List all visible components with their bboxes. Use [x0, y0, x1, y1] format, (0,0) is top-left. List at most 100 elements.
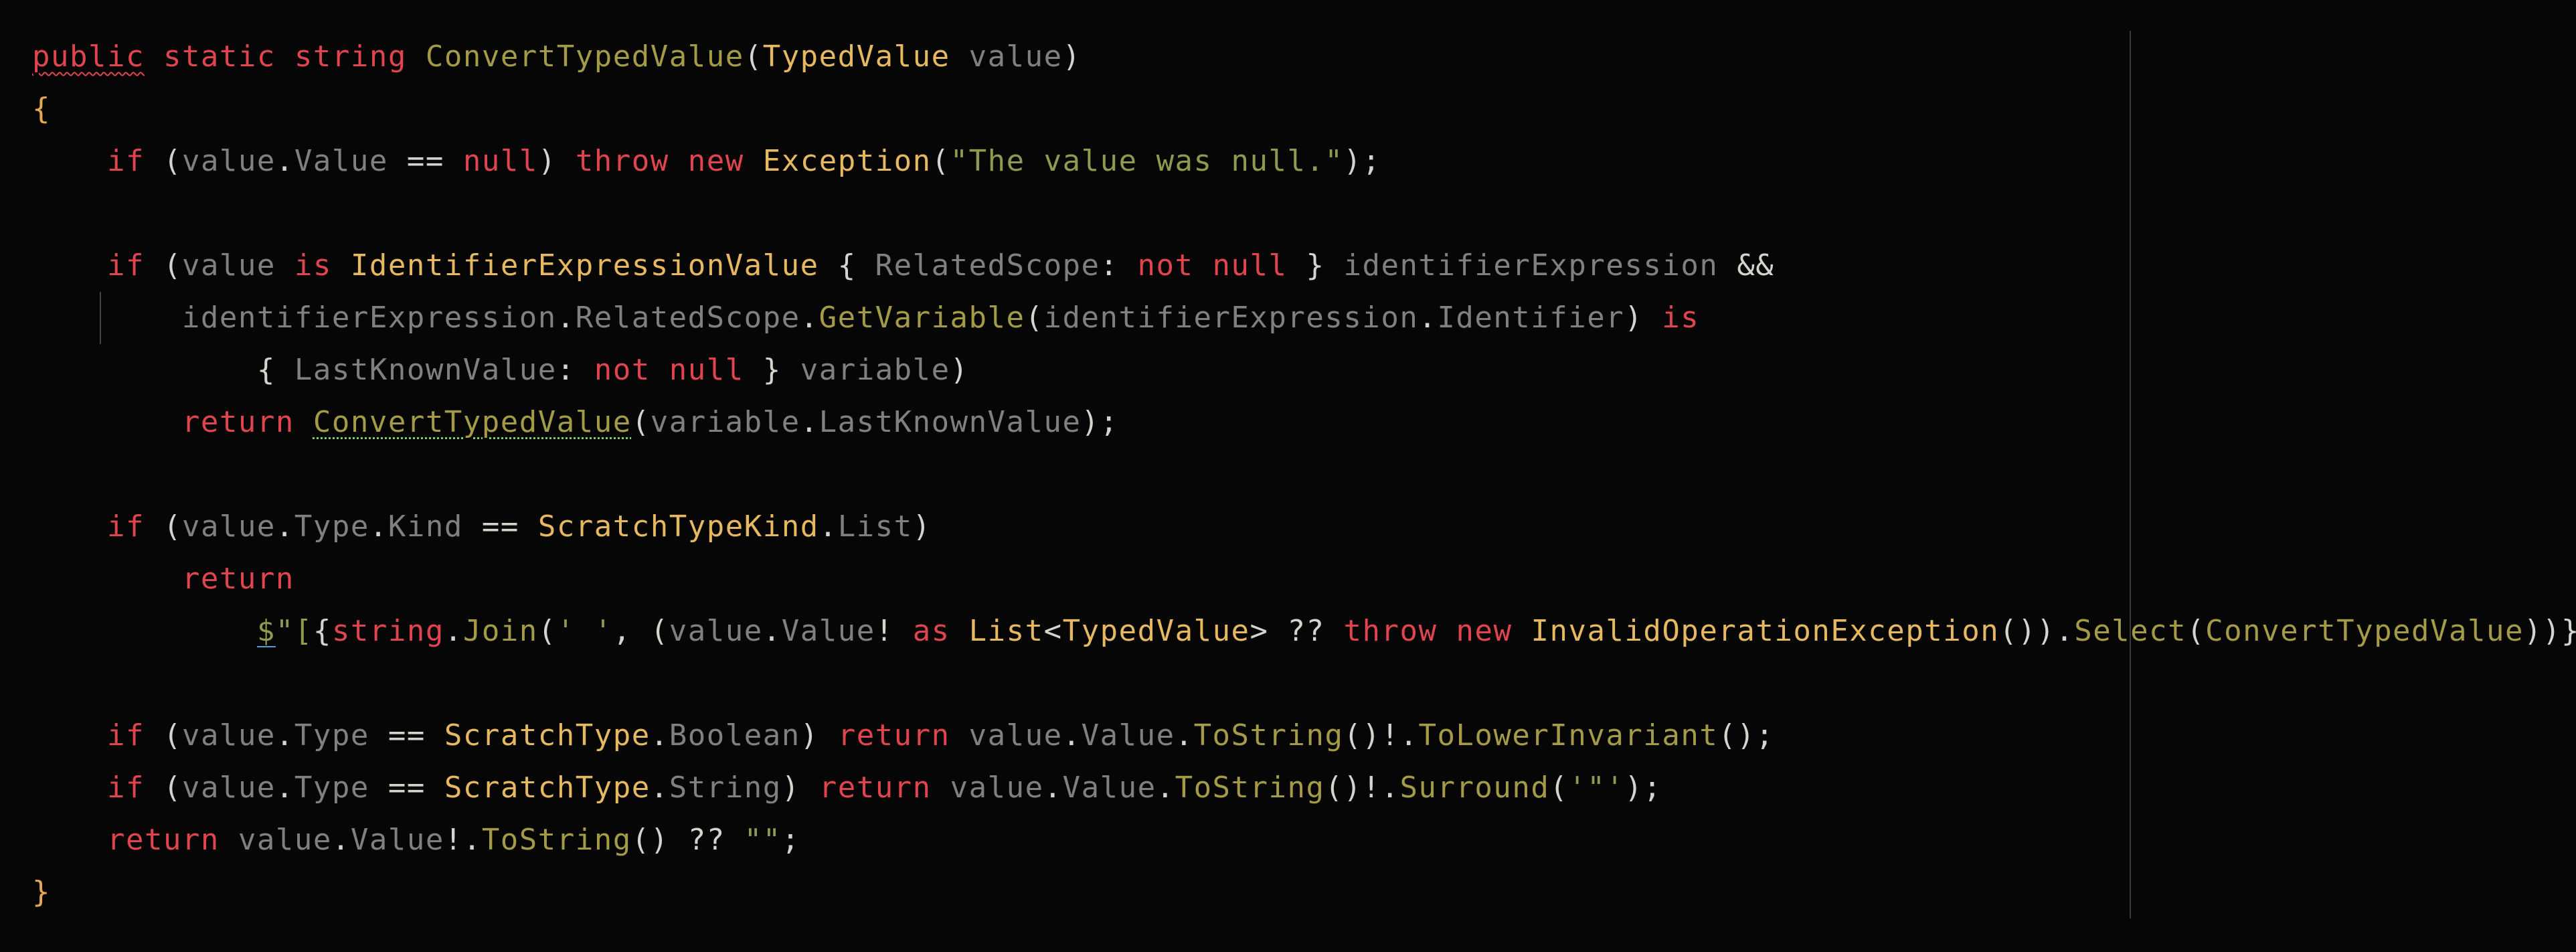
code-token: '"': [1568, 771, 1625, 805]
code-token: .: [275, 718, 294, 752]
code-line[interactable]: if (value.Type == ScratchType.String) re…: [32, 762, 2576, 814]
code-token: new: [687, 144, 744, 178]
code-token: not: [594, 353, 651, 387]
code-token: return: [181, 562, 294, 596]
code-token: IdentifierExpressionValue: [350, 248, 819, 283]
code-token: public: [32, 39, 145, 74]
code-token: if: [106, 509, 145, 544]
code-token: return: [106, 823, 220, 857]
code-token: ToString: [1175, 771, 1325, 805]
code-token: :: [1100, 248, 1119, 283]
code-token: ConvertTypedValue: [2205, 614, 2524, 648]
code-token: identifierExpression: [1343, 248, 1719, 283]
code-token: .: [800, 405, 819, 439]
code-token: .: [556, 301, 576, 335]
code-token: variable: [650, 405, 800, 439]
code-line[interactable]: if (value.Type.Kind == ScratchTypeKind.L…: [32, 501, 2576, 553]
code-line[interactable]: [32, 449, 2576, 501]
code-line[interactable]: public static string ConvertTypedValue(T…: [32, 31, 2576, 83]
code-token: LastKnownValue: [819, 405, 1082, 439]
code-token: "": [744, 823, 782, 857]
code-token: RelatedScope: [575, 301, 800, 335]
code-line[interactable]: { LastKnownValue: not null } variable): [32, 344, 2576, 396]
code-line[interactable]: return ConvertTypedValue(variable.LastKn…: [32, 396, 2576, 449]
code-token: ): [800, 718, 819, 752]
code-token: ConvertTypedValue: [425, 39, 744, 74]
code-line[interactable]: $"[{string.Join(' ', (value.Value! as Li…: [32, 605, 2576, 657]
code-token: (): [631, 823, 669, 857]
code-token: as: [912, 614, 950, 648]
code-token: null: [462, 144, 538, 178]
code-token: new: [1456, 614, 1513, 648]
code-token: "The value was null.": [950, 144, 1344, 178]
code-token: ): [537, 144, 557, 178]
code-line[interactable]: return: [32, 553, 2576, 605]
code-token: return: [181, 405, 294, 439]
code-token: ;: [781, 823, 800, 857]
code-token: {: [313, 614, 332, 648]
code-token: Boolean: [669, 718, 800, 752]
code-token: identifierExpression: [1043, 301, 1419, 335]
code-token: ??: [1287, 614, 1325, 648]
code-token: ScratchType: [444, 771, 651, 805]
code-token: ==: [388, 718, 426, 752]
code-line[interactable]: identifierExpression.RelatedScope.GetVar…: [32, 292, 2576, 344]
code-line[interactable]: if (value.Value == null) throw new Excep…: [32, 135, 2576, 187]
code-token: if: [106, 248, 145, 283]
code-token: string: [331, 614, 444, 648]
code-editor[interactable]: public static string ConvertTypedValue(T…: [0, 0, 2576, 952]
code-line[interactable]: [32, 657, 2576, 710]
code-line[interactable]: {: [32, 83, 2576, 135]
code-token: .: [1156, 771, 1175, 805]
code-token: identifierExpression: [181, 301, 557, 335]
code-line[interactable]: [32, 187, 2576, 240]
code-token: Value: [781, 614, 875, 648]
code-token: if: [106, 771, 145, 805]
code-token: Value: [294, 144, 388, 178]
code-token: ==: [388, 771, 426, 805]
code-token: .: [331, 823, 351, 857]
code-token: InvalidOperationException: [1531, 614, 2000, 648]
code-token: (: [931, 144, 950, 178]
code-token: .: [800, 301, 819, 335]
code-token: (: [163, 718, 182, 752]
code-line[interactable]: return value.Value!.ToString() ?? "";: [32, 814, 2576, 866]
code-token: (: [163, 144, 182, 178]
code-token: value: [968, 39, 1063, 74]
code-token: if: [106, 144, 145, 178]
code-token: .: [819, 509, 838, 544]
code-token: ): [1624, 301, 1644, 335]
code-token: RelatedScope: [875, 248, 1100, 283]
code-line[interactable]: }: [32, 866, 2576, 919]
code-token: .: [762, 614, 782, 648]
code-token: Identifier: [1437, 301, 1625, 335]
code-token: value: [181, 509, 276, 544]
code-token: ==: [481, 509, 519, 544]
code-token: null: [1212, 248, 1288, 283]
code-token: ToString: [481, 823, 632, 857]
code-token: .: [1062, 718, 1082, 752]
code-line[interactable]: if (value.Type == ScratchType.Boolean) r…: [32, 710, 2576, 762]
code-token: !: [875, 614, 894, 648]
code-token: .: [275, 509, 294, 544]
code-line[interactable]: if (value is IdentifierExpressionValue {…: [32, 240, 2576, 292]
code-content[interactable]: public static string ConvertTypedValue(T…: [32, 31, 2576, 919]
